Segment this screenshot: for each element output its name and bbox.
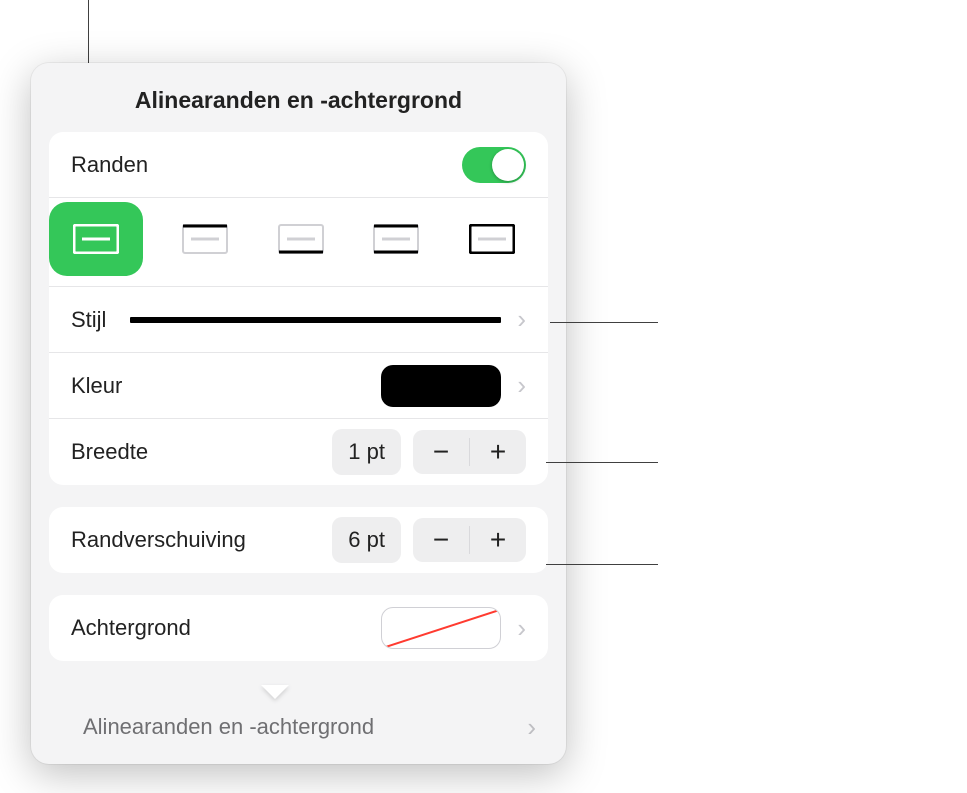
randverschuiving-plus-button[interactable]: + [470, 518, 526, 562]
border-top-button[interactable] [171, 214, 239, 264]
group-offset: Randverschuiving 6 pt − + [49, 507, 548, 573]
row-breedte: Breedte 1 pt − + [49, 419, 548, 485]
toggle-knob [492, 149, 524, 181]
row-achtergrond[interactable]: Achtergrond › [49, 595, 548, 661]
chevron-right-icon: › [517, 613, 526, 644]
achtergrond-swatch[interactable] [381, 607, 501, 649]
under-menu-label: Alinearanden en -achtergrond [83, 714, 374, 740]
row-randverschuiving: Randverschuiving 6 pt − + [49, 507, 548, 573]
achtergrond-label: Achtergrond [71, 615, 191, 641]
border-topbottom-button[interactable] [362, 214, 430, 264]
randen-label: Randen [71, 152, 148, 178]
breedte-plus-button[interactable]: + [470, 430, 526, 474]
breedte-stepper: − + [413, 430, 526, 474]
callout-leader-randverschuiving [546, 564, 658, 565]
row-kleur[interactable]: Kleur › [49, 353, 548, 419]
randverschuiving-value: 6 pt [332, 517, 401, 563]
popover-panel: Alinearanden en -achtergrond › Alinearan… [31, 63, 566, 764]
popover-body: Alinearanden en -achtergrond Randen [31, 63, 566, 687]
randverschuiving-label: Randverschuiving [71, 527, 246, 553]
popover-tail [261, 685, 289, 699]
group-borders: Randen [49, 132, 548, 485]
chevron-right-icon: › [527, 712, 536, 743]
group-achtergrond: Achtergrond › [49, 595, 548, 661]
chevron-right-icon: › [517, 370, 526, 401]
breedte-label: Breedte [71, 439, 148, 465]
kleur-label: Kleur [71, 373, 122, 399]
chevron-right-icon: › [517, 304, 526, 335]
randen-toggle[interactable] [462, 147, 526, 183]
randverschuiving-stepper: − + [413, 518, 526, 562]
callout-leader-stijl [550, 322, 658, 323]
breedte-value: 1 pt [332, 429, 401, 475]
border-box-button[interactable] [458, 214, 526, 264]
popover-title: Alinearanden en -achtergrond [31, 63, 566, 132]
stijl-line-preview [130, 317, 501, 323]
callout-leader-breedte [546, 462, 658, 463]
border-position-segments [49, 198, 548, 287]
randverschuiving-minus-button[interactable]: − [413, 518, 469, 562]
callout-leader-top [88, 0, 89, 63]
stijl-label: Stijl [71, 307, 106, 333]
border-bottom-button[interactable] [267, 214, 335, 264]
under-menu-row[interactable]: Alinearanden en -achtergrond › [83, 698, 536, 756]
border-all-button[interactable] [49, 202, 143, 276]
kleur-swatch[interactable] [381, 365, 501, 407]
row-randen: Randen [49, 132, 548, 198]
breedte-minus-button[interactable]: − [413, 430, 469, 474]
row-stijl[interactable]: Stijl › [49, 287, 548, 353]
